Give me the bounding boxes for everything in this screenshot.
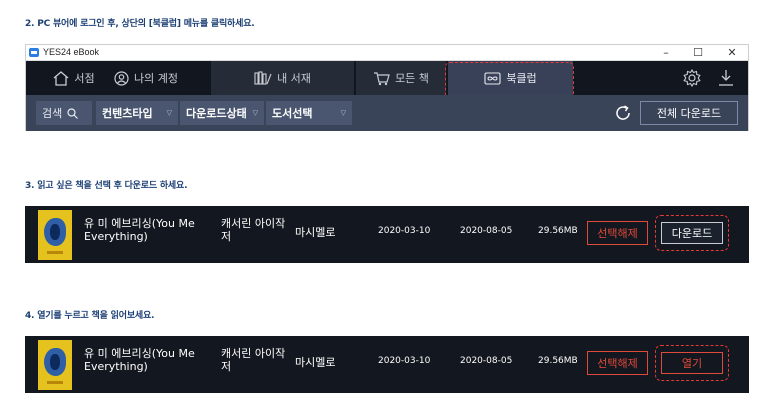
book-date: 2020-08-05 [460,226,513,236]
book-title: 유 미 에브리싱(You Me Everything) [84,347,195,373]
search-icon [67,107,79,119]
book-date: 2020-08-05 [460,356,513,366]
refresh-icon[interactable] [613,103,633,123]
download-state-label: 다운로드상태 [186,107,247,120]
step-3-instruction: 3. 읽고 싶은 책을 선택 후 다운로드 하세요. [25,181,188,191]
download-icon [719,70,733,86]
book-cover [38,210,72,260]
minimize-button[interactable]: – [654,45,678,61]
home-icon [53,70,69,86]
book-date: 2020-03-10 [378,356,431,366]
gear-icon [683,69,701,87]
tab-all-books-label: 모든 책 [395,72,429,85]
tab-my-library-label: 내 서재 [277,72,311,85]
book-row[interactable]: 유 미 에브리싱(You Me Everything) 캐서린 아이작 저 마시… [25,206,749,263]
app-title: YES24 eBook [43,47,100,57]
book-publisher: 마시멜로 [295,226,336,239]
nav-my-account[interactable]: 나의 계정 [106,61,186,95]
book-size: 29.56MB [538,226,578,236]
book-author: 캐서린 아이작 저 [221,217,286,243]
bookclub-highlight [445,62,574,99]
content-type-label: 컨텐츠타입 [102,107,153,120]
title-bar: YES24 eBook – ☐ ✕ [26,45,748,61]
book-publisher: 마시멜로 [295,356,336,369]
open-highlight [655,345,729,381]
maximize-button[interactable]: ☐ [686,45,710,61]
nav-bookstore-label: 서점 [74,72,95,85]
settings-button[interactable] [680,61,704,95]
download-state-dropdown[interactable]: 다운로드상태 ▽ [180,101,264,125]
chevron-down-icon: ▽ [340,109,346,117]
search-button-label: 검색 [42,107,63,120]
book-cover [38,340,72,390]
download-all-button[interactable]: 전체 다운로드 [640,101,738,125]
tab-all-books[interactable]: 모든 책 [356,61,446,95]
ebook-viewer-window: YES24 eBook – ☐ ✕ 서점 나의 계정 내 서재 모든 책 북클럽… [25,44,749,131]
book-date: 2020-03-10 [378,226,431,236]
user-icon [114,70,129,86]
cart-icon [374,71,390,85]
search-button[interactable]: 검색 [36,101,92,125]
deselect-button[interactable]: 선택해제 [587,351,648,375]
tab-my-library[interactable]: 내 서재 [211,61,354,95]
book-row[interactable]: 유 미 에브리싱(You Me Everything) 캐서린 아이작 저 마시… [25,336,749,393]
top-navigation: 서점 나의 계정 내 서재 모든 책 북클럽 [26,61,748,95]
filter-toolbar: 검색 컨텐츠타입 ▽ 다운로드상태 ▽ 도서선택 ▽ 전체 다운로드 [26,95,748,131]
bookshelf-icon [254,71,272,85]
download-highlight [655,215,729,251]
app-icon [29,48,39,57]
book-author: 캐서린 아이작 저 [221,347,286,373]
book-select-label: 도서선택 [272,107,313,120]
close-button[interactable]: ✕ [720,45,744,61]
chevron-down-icon: ▽ [252,109,258,117]
book-size: 29.56MB [538,356,578,366]
step-4-instruction: 4. 열기를 누르고 책을 읽어보세요. [25,311,155,321]
content-type-dropdown[interactable]: 컨텐츠타입 ▽ [96,101,178,125]
book-select-dropdown[interactable]: 도서선택 ▽ [266,101,352,125]
step-2-instruction: 2. PC 뷰어에 로그인 후, 상단의 [북클럽] 메뉴를 클릭하세요. [25,19,255,29]
nav-my-account-label: 나의 계정 [134,72,178,85]
chevron-down-icon: ▽ [166,109,172,117]
book-title: 유 미 에브리싱(You Me Everything) [84,217,195,243]
download-button[interactable] [714,61,738,95]
nav-bookstore[interactable]: 서점 [44,61,104,95]
deselect-button[interactable]: 선택해제 [587,221,648,245]
